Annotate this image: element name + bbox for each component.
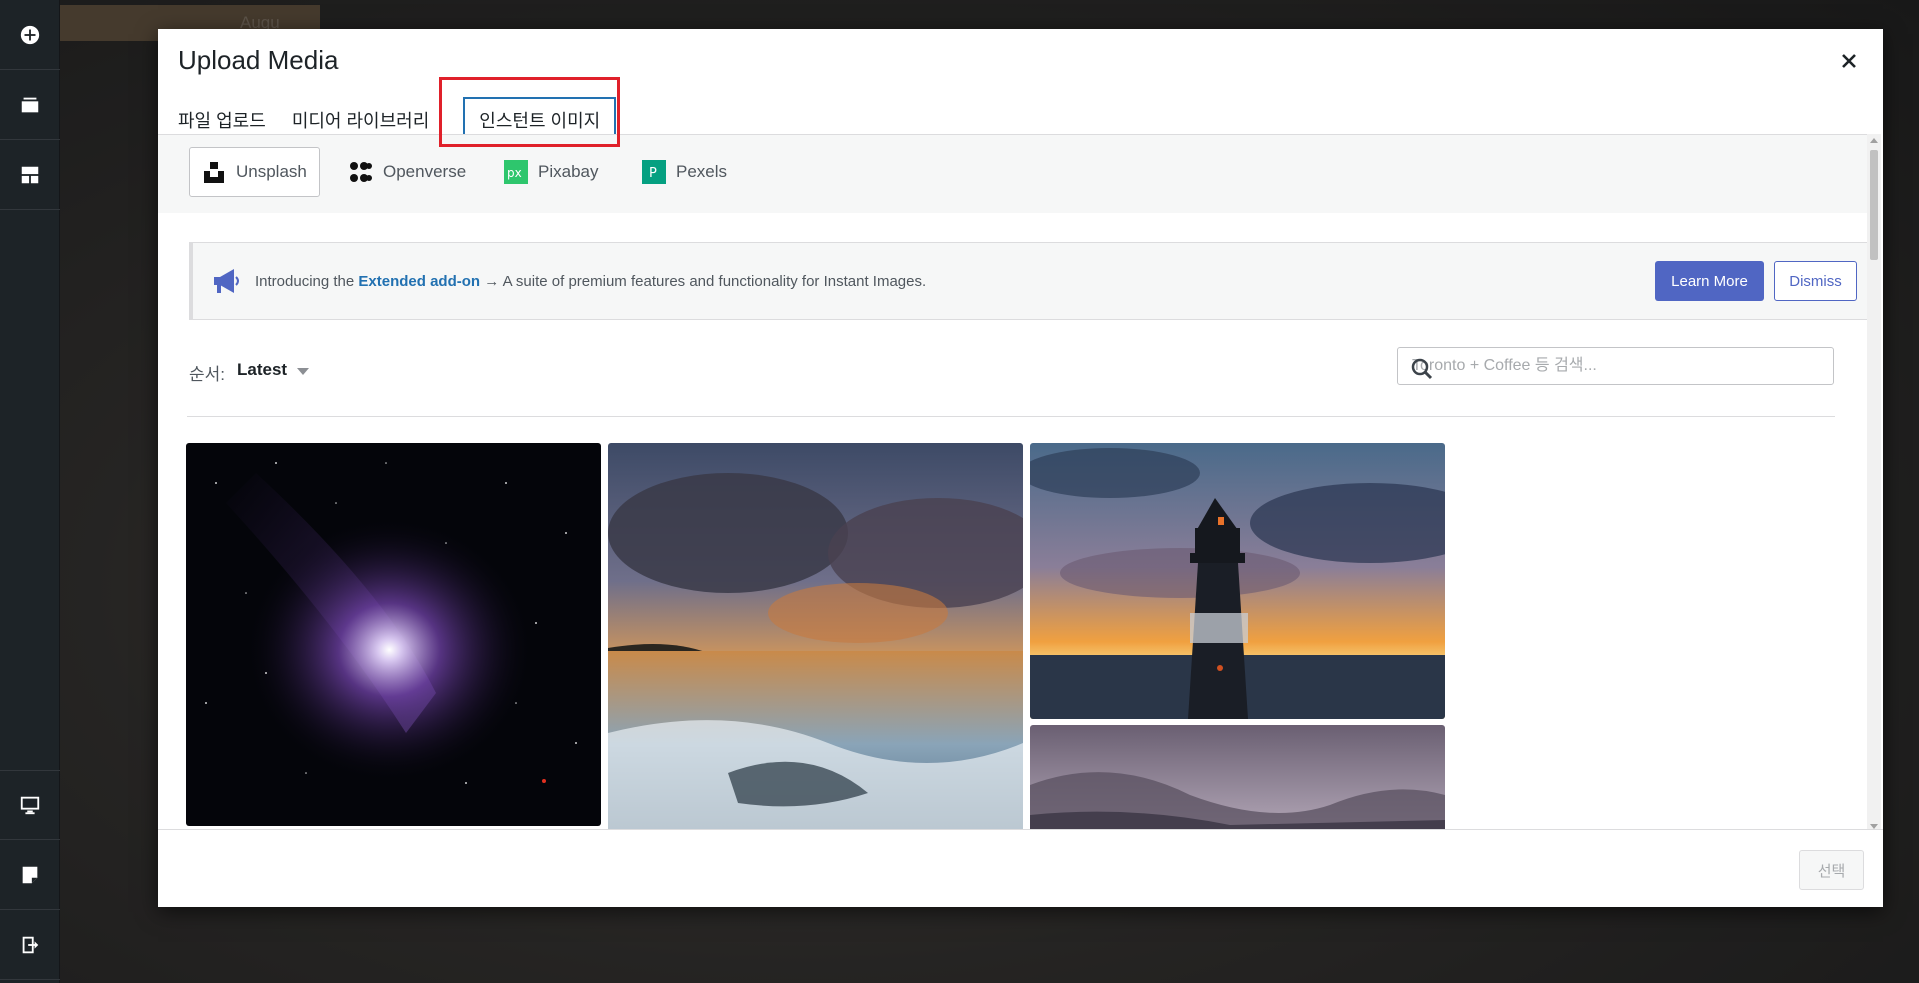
provider-pexels[interactable]: P Pexels xyxy=(630,147,739,197)
modal-title: Upload Media xyxy=(178,45,339,75)
notice-prefix: Introducing the xyxy=(255,273,359,290)
chevron-down-icon[interactable] xyxy=(297,368,309,375)
dismiss-button[interactable]: Dismiss xyxy=(1774,261,1857,301)
provider-unsplash-label: Unsplash xyxy=(236,162,307,181)
provider-pixabay[interactable]: px Pixabay xyxy=(492,147,610,197)
photo-comet[interactable] xyxy=(186,443,601,826)
svg-text:P: P xyxy=(649,166,657,181)
select-button[interactable]: 선택 xyxy=(1799,850,1864,890)
divider xyxy=(187,416,1835,417)
template-button[interactable] xyxy=(0,140,60,210)
extended-addon-link[interactable]: Extended add-on xyxy=(358,273,480,290)
extended-addon-notice: Introducing the Extended add-on → A suit… xyxy=(189,242,1867,320)
notice-suffix: → A suite of premium features and functi… xyxy=(480,273,927,290)
sort-dropdown[interactable]: Latest xyxy=(237,360,287,380)
provider-pixabay-label: Pixabay xyxy=(538,162,599,181)
notice-text: Introducing the Extended add-on → A suit… xyxy=(255,273,926,290)
add-block-button[interactable] xyxy=(0,0,60,70)
lighthouse-image xyxy=(1030,443,1445,719)
tab-instant-images[interactable]: 인스턴트 이미지 xyxy=(463,97,617,139)
upload-media-modal: Upload Media 파일 업로드 미디어 라이브러리 인스턴트 이미지 U… xyxy=(158,29,1883,907)
provider-openverse-label: Openverse xyxy=(383,162,467,181)
photo-ocean-sunset[interactable] xyxy=(608,443,1023,833)
notes-button[interactable] xyxy=(0,840,60,910)
tab-file-upload[interactable]: 파일 업로드 xyxy=(178,97,278,139)
search-icon[interactable] xyxy=(1410,357,1434,381)
layers-icon xyxy=(21,97,39,112)
modal-tabs: 파일 업로드 미디어 라이브러리 인스턴트 이미지 xyxy=(178,97,630,139)
megaphone-icon xyxy=(214,269,239,293)
pexels-icon: P xyxy=(642,160,666,184)
pixabay-icon: px xyxy=(504,160,528,184)
sort-label: 순서: xyxy=(189,365,226,384)
scroll-thumb[interactable] xyxy=(1870,150,1878,260)
tab-media-library[interactable]: 미디어 라이브러리 xyxy=(292,97,441,139)
provider-unsplash[interactable]: Unsplash xyxy=(189,147,320,197)
exit-icon xyxy=(22,936,39,953)
layers-button[interactable] xyxy=(0,70,60,140)
exit-button[interactable] xyxy=(0,910,60,980)
provider-openverse[interactable]: Openverse xyxy=(337,147,478,197)
plus-circle-icon xyxy=(20,25,40,44)
content-scrollbar[interactable] xyxy=(1867,134,1881,833)
ocean-sunset-image xyxy=(608,443,1023,833)
close-button[interactable] xyxy=(1837,49,1861,73)
monitor-icon xyxy=(20,796,40,815)
preview-button[interactable] xyxy=(0,770,60,840)
svg-text:px: px xyxy=(507,166,522,180)
scroll-up-arrow[interactable] xyxy=(1870,138,1878,143)
provider-pexels-label: Pexels xyxy=(676,162,728,181)
unsplash-icon xyxy=(204,162,224,183)
note-icon xyxy=(22,866,38,883)
learn-more-button[interactable]: Learn More xyxy=(1655,261,1764,301)
close-icon xyxy=(1842,54,1856,68)
openverse-icon xyxy=(350,162,372,182)
template-icon xyxy=(21,166,39,183)
photo-misty-mountains[interactable] xyxy=(1030,725,1445,833)
photo-lighthouse[interactable] xyxy=(1030,443,1445,719)
search-input[interactable] xyxy=(1412,348,1812,384)
editor-sidebar xyxy=(0,0,60,983)
search-box xyxy=(1397,347,1834,385)
instant-images-panel: Unsplash Openverse px Pixabay P Pexels I… xyxy=(158,134,1867,833)
provider-bar: Unsplash Openverse px Pixabay P Pexels xyxy=(158,135,1867,213)
misty-mountains-image xyxy=(1030,725,1445,833)
modal-footer: 선택 xyxy=(158,829,1883,907)
comet-image xyxy=(186,443,601,826)
